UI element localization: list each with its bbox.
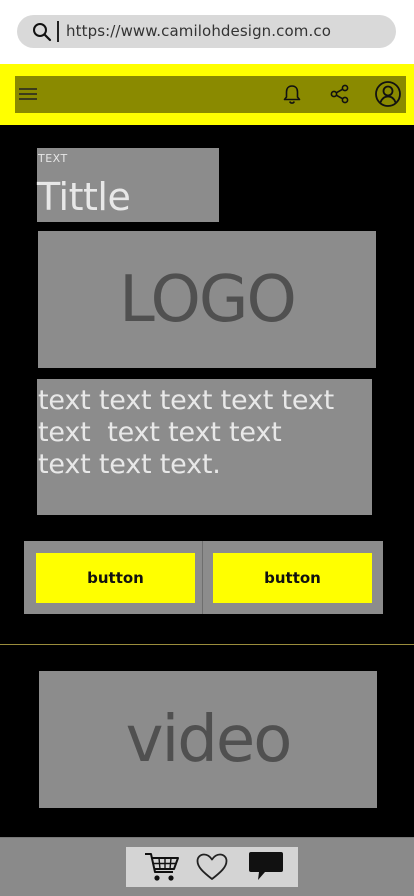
logo-placeholder: LOGO	[38, 231, 376, 368]
account-icon[interactable]	[373, 79, 403, 109]
button-group: button button	[24, 541, 383, 614]
bottom-nav-pill	[126, 847, 298, 887]
body-text-block: text text text text text text text text …	[37, 379, 372, 515]
primary-button-right[interactable]: button	[213, 553, 372, 603]
kicker-text: TEXT	[38, 152, 68, 165]
menu-icon[interactable]	[13, 79, 43, 109]
app-header	[0, 64, 414, 125]
search-icon[interactable]	[31, 21, 53, 43]
heart-icon[interactable]	[192, 850, 232, 884]
bottom-nav	[0, 837, 414, 896]
url-text[interactable]: https://www.camilohdesign.com.co	[66, 21, 331, 42]
video-label: video	[125, 702, 293, 777]
logo-text: LOGO	[119, 262, 297, 337]
section-divider	[0, 644, 414, 645]
bell-icon[interactable]	[277, 79, 307, 109]
button-divider	[202, 541, 203, 614]
body-text: text text text text text text text text …	[38, 385, 334, 480]
text-caret	[57, 21, 59, 42]
primary-button-left[interactable]: button	[36, 553, 195, 603]
cart-icon[interactable]	[142, 850, 182, 884]
chat-icon[interactable]	[246, 850, 286, 884]
video-placeholder[interactable]: video	[39, 671, 377, 808]
header-toolbar	[15, 76, 406, 113]
page-title: Tittle	[37, 175, 131, 219]
title-block: TEXT Tittle	[37, 148, 219, 222]
address-bar[interactable]: https://www.camilohdesign.com.co	[17, 15, 396, 48]
share-icon[interactable]	[325, 79, 355, 109]
browser-bar: https://www.camilohdesign.com.co	[0, 0, 414, 64]
